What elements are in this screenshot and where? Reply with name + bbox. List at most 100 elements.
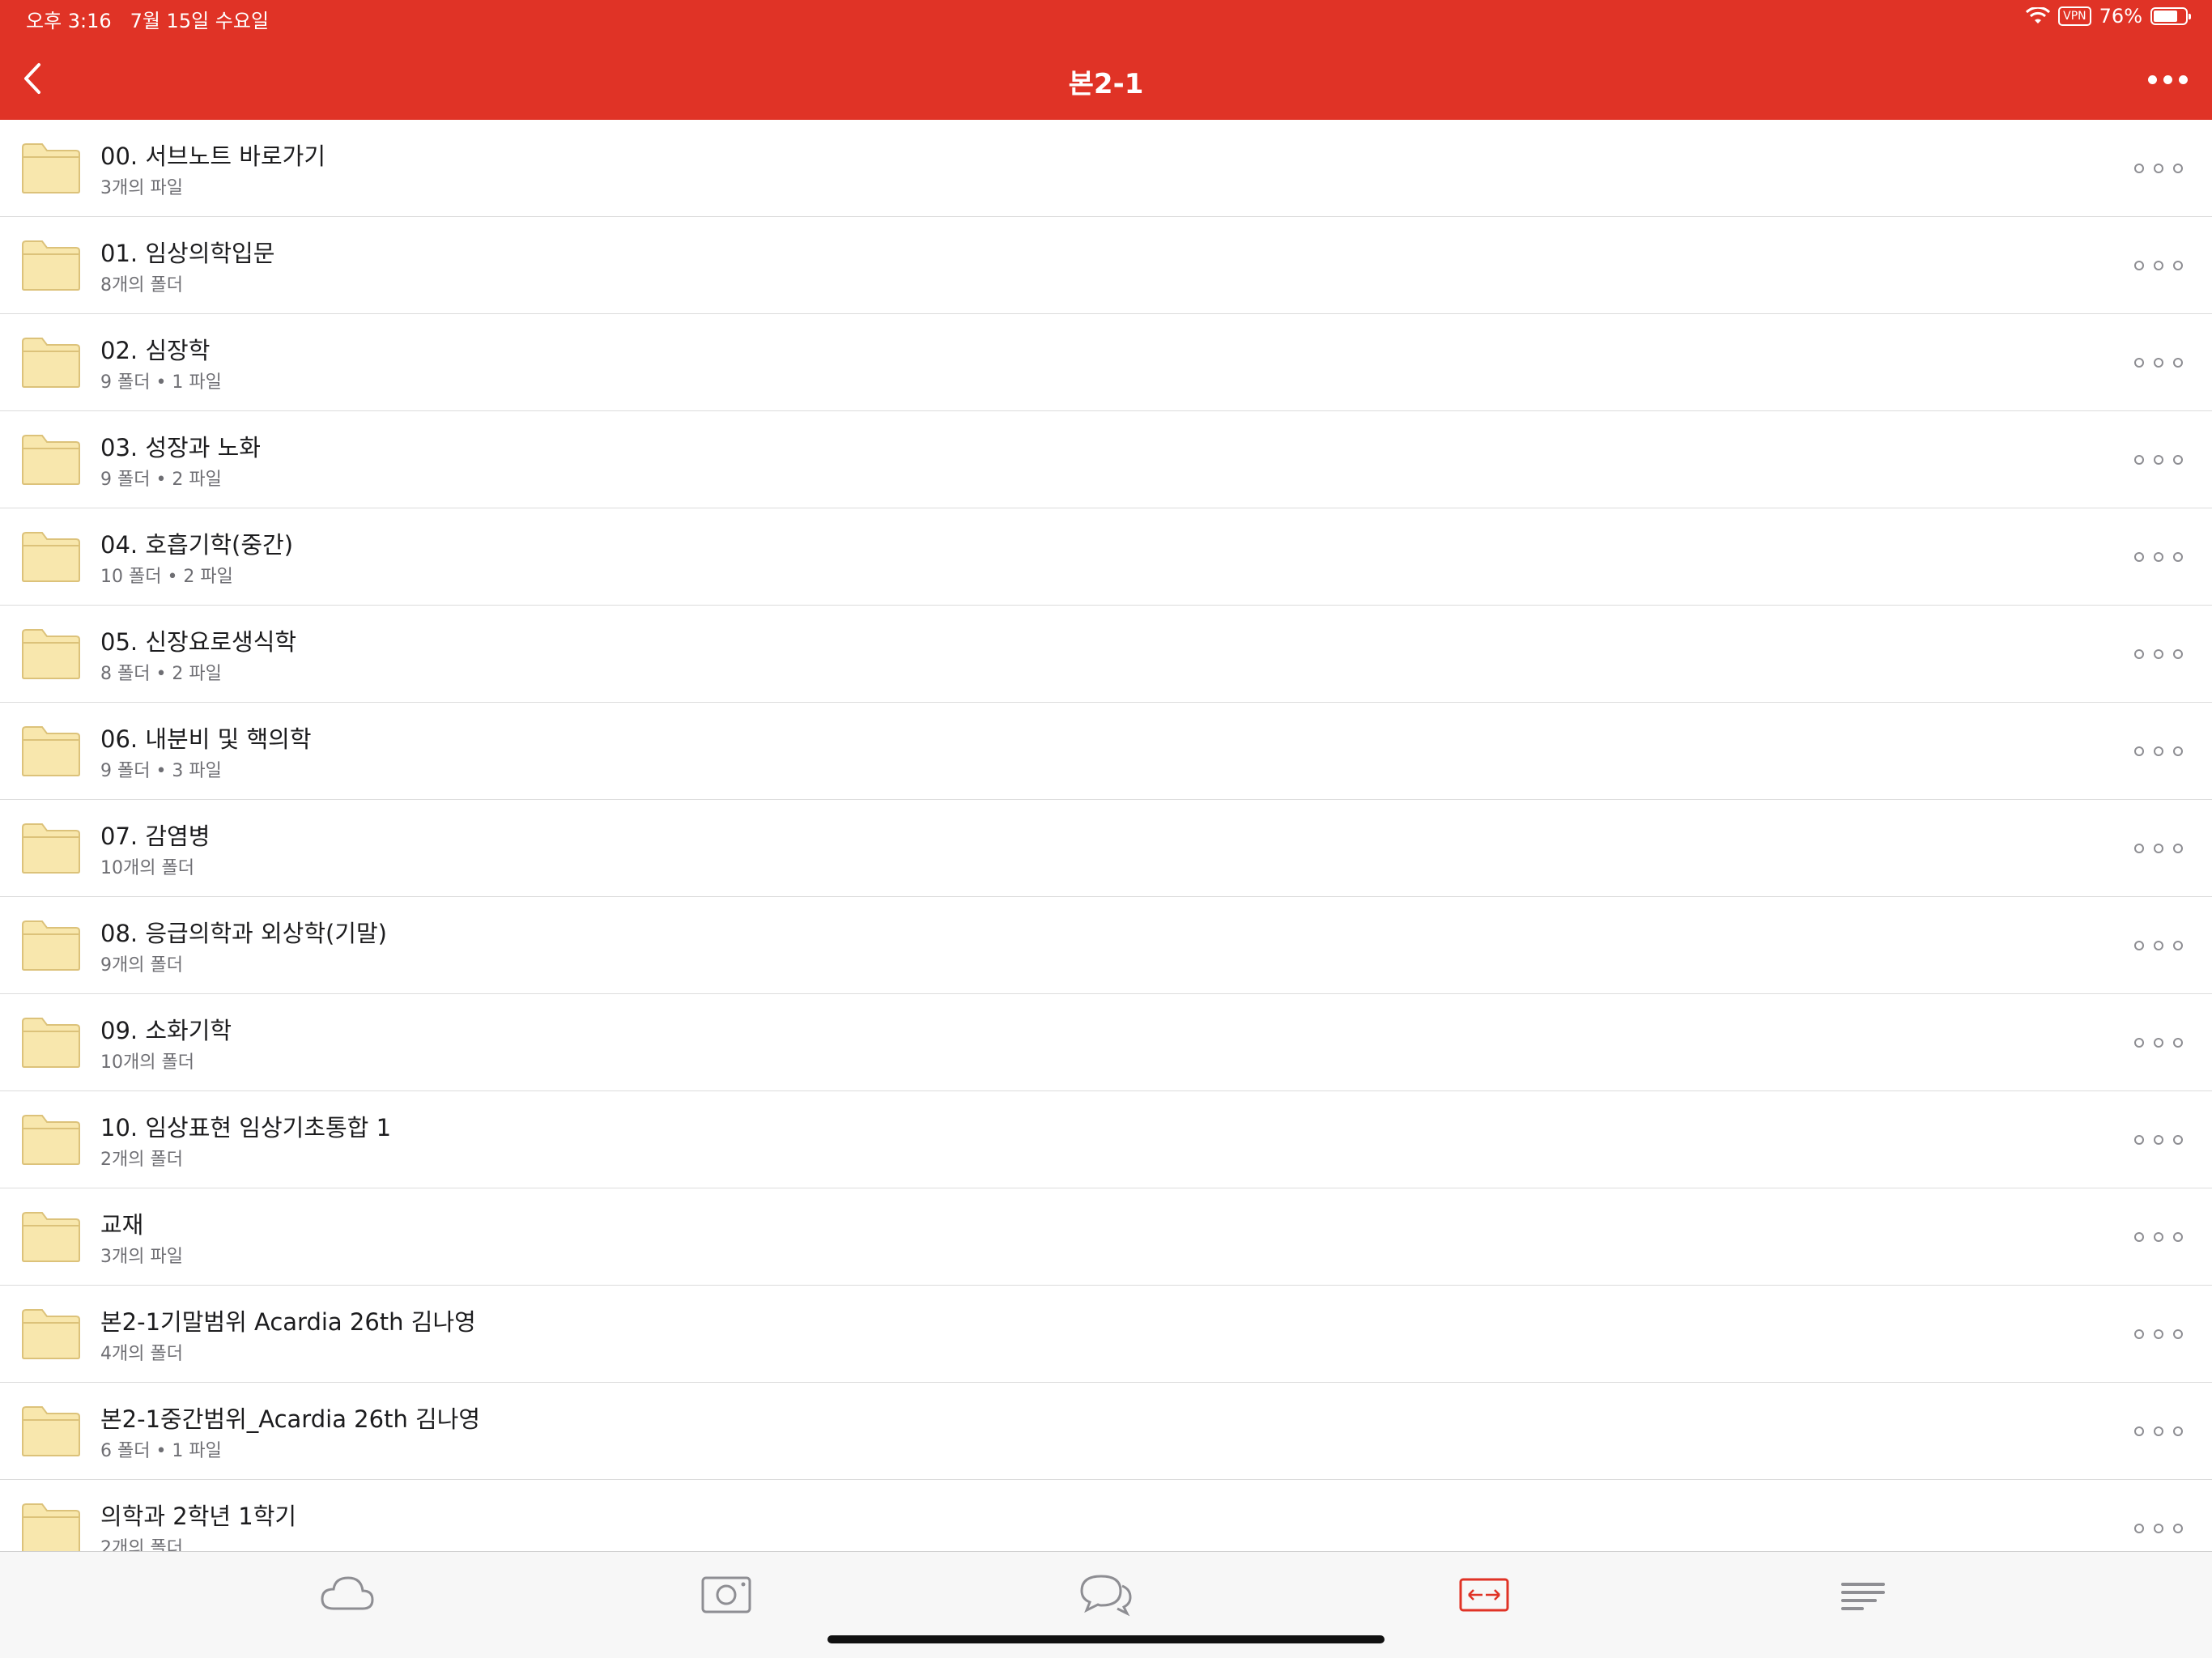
more-icon-dot xyxy=(2154,455,2163,465)
status-date: 7월 15일 수요일 xyxy=(130,10,270,32)
header-bar: 오후 3:16 7월 15일 수요일 VPN 76% 본2-1 xyxy=(0,0,2212,120)
more-icon-dot xyxy=(2154,649,2163,659)
more-icon xyxy=(2134,1232,2144,1242)
folder-row[interactable]: 04. 호흡기학(중간) 10 폴더 • 2 파일 xyxy=(0,508,2212,606)
more-icon xyxy=(2134,164,2144,173)
folder-contents: 3개의 파일 xyxy=(100,1247,183,1267)
folder-icon xyxy=(22,338,80,388)
row-more-button[interactable] xyxy=(2134,1420,2183,1443)
folder-icon xyxy=(22,532,80,582)
more-icon xyxy=(2134,746,2144,756)
folder-row[interactable]: 09. 소화기학 10개의 폴더 xyxy=(0,994,2212,1091)
tab-transfer[interactable] xyxy=(1456,1570,1512,1618)
tab-camera[interactable] xyxy=(698,1570,755,1618)
row-more-button[interactable] xyxy=(2134,546,2183,568)
more-icon-dot xyxy=(2173,1232,2183,1242)
more-icon-dot xyxy=(2173,844,2183,853)
folder-contents: 9 폴더 • 2 파일 xyxy=(100,470,222,490)
folder-contents: 4개의 폴더 xyxy=(100,1344,183,1364)
camera-icon xyxy=(701,1576,751,1613)
more-icon xyxy=(2134,1135,2144,1145)
folder-icon xyxy=(22,823,80,874)
folder-row[interactable]: 교재 3개의 파일 xyxy=(0,1188,2212,1286)
row-more-button[interactable] xyxy=(2134,157,2183,180)
folder-icon xyxy=(22,726,80,776)
more-icon-dot xyxy=(2173,358,2183,368)
row-more-button[interactable] xyxy=(2134,254,2183,277)
folder-name: 06. 내분비 및 핵의학 xyxy=(100,725,312,753)
more-icon xyxy=(2134,552,2144,562)
cloud-icon xyxy=(321,1576,374,1610)
more-icon-dot xyxy=(2154,1329,2163,1339)
folder-name: 05. 신장요로생식학 xyxy=(100,628,297,656)
row-more-button[interactable] xyxy=(2134,837,2183,860)
more-icon xyxy=(2134,649,2144,659)
row-more-button[interactable] xyxy=(2134,643,2183,665)
folder-contents: 9개의 폴더 xyxy=(100,955,183,976)
more-icon-dot xyxy=(2154,1038,2163,1048)
folder-contents: 2개의 폴더 xyxy=(100,1150,183,1170)
more-icon xyxy=(2148,74,2157,84)
folder-name: 의학과 2학년 1학기 xyxy=(100,1503,297,1530)
more-icon-dot xyxy=(2154,261,2163,270)
tab-menu[interactable] xyxy=(1835,1570,1891,1618)
wifi-icon xyxy=(2026,7,2051,23)
battery-level xyxy=(2154,11,2177,22)
folder-name: 07. 감염병 xyxy=(100,823,211,850)
header-more-button[interactable] xyxy=(2131,63,2188,96)
more-icon-dot xyxy=(2173,941,2183,950)
folder-name: 교재 xyxy=(100,1211,144,1239)
more-icon xyxy=(2134,1524,2144,1533)
more-icon-dot xyxy=(2173,1329,2183,1339)
folder-icon xyxy=(22,435,80,485)
row-more-button[interactable] xyxy=(2134,740,2183,763)
folder-row[interactable]: 03. 성장과 노화 9 폴더 • 2 파일 xyxy=(0,411,2212,508)
row-more-button[interactable] xyxy=(2134,1031,2183,1054)
vpn-badge: VPN xyxy=(2058,6,2091,26)
folder-row[interactable]: 00. 서브노트 바로가기 3개의 파일 xyxy=(0,120,2212,217)
more-icon-dot xyxy=(2173,649,2183,659)
row-more-button[interactable] xyxy=(2134,351,2183,374)
row-more-button[interactable] xyxy=(2134,1323,2183,1346)
row-more-button[interactable] xyxy=(2134,1226,2183,1248)
folder-icon xyxy=(22,1503,80,1551)
more-icon xyxy=(2134,455,2144,465)
folder-contents: 3개의 파일 xyxy=(100,178,183,198)
folder-name: 08. 응급의학과 외상학(기말) xyxy=(100,920,387,947)
more-icon-dot xyxy=(2154,844,2163,853)
folder-row[interactable]: 07. 감염병 10개의 폴더 xyxy=(0,800,2212,897)
chat-icon xyxy=(1080,1575,1132,1617)
more-icon xyxy=(2134,844,2144,853)
folder-name: 04. 호흡기학(중간) xyxy=(100,531,294,559)
folder-row[interactable]: 본2-1기말범위 Acardia 26th 김나영 4개의 폴더 xyxy=(0,1286,2212,1383)
home-indicator xyxy=(827,1635,1385,1643)
folder-row[interactable]: 의학과 2학년 1학기 2개의 폴더 xyxy=(0,1480,2212,1551)
folder-row[interactable]: 본2-1중간범위_Acardia 26th 김나영 6 폴더 • 1 파일 xyxy=(0,1383,2212,1480)
row-more-button[interactable] xyxy=(2134,449,2183,471)
row-more-button[interactable] xyxy=(2134,1129,2183,1151)
more-icon-dot xyxy=(2154,1426,2163,1436)
more-icon-dot xyxy=(2154,1524,2163,1533)
folder-contents: 8개의 폴더 xyxy=(100,275,183,295)
more-icon xyxy=(2134,941,2144,950)
folder-name: 02. 심장학 xyxy=(100,337,211,364)
folder-icon xyxy=(22,1309,80,1359)
more-icon-dot xyxy=(2173,261,2183,270)
folder-row[interactable]: 08. 응급의학과 외상학(기말) 9개의 폴더 xyxy=(0,897,2212,994)
folder-row[interactable]: 01. 임상의학입문 8개의 폴더 xyxy=(0,217,2212,314)
more-icon-dot xyxy=(2154,1135,2163,1145)
more-icon-dot xyxy=(2154,164,2163,173)
folder-row[interactable]: 02. 심장학 9 폴더 • 1 파일 xyxy=(0,314,2212,411)
folder-row[interactable]: 05. 신장요로생식학 8 폴더 • 2 파일 xyxy=(0,606,2212,703)
tab-chat[interactable] xyxy=(1077,1570,1134,1618)
folder-name: 01. 임상의학입문 xyxy=(100,240,275,267)
folder-row[interactable]: 06. 내분비 및 핵의학 9 폴더 • 3 파일 xyxy=(0,703,2212,800)
tab-cloud[interactable] xyxy=(319,1570,376,1618)
row-more-button[interactable] xyxy=(2134,934,2183,957)
row-more-button[interactable] xyxy=(2134,1517,2183,1540)
folder-icon xyxy=(22,143,80,193)
folder-name: 03. 성장과 노화 xyxy=(100,434,261,461)
status-indicators: VPN 76% xyxy=(2026,5,2191,28)
folder-row[interactable]: 10. 임상표현 임상기초통합 1 2개의 폴더 xyxy=(0,1091,2212,1188)
folder-list: 00. 서브노트 바로가기 3개의 파일 01. 임상의학입문 8개의 폴더 0… xyxy=(0,120,2212,1551)
